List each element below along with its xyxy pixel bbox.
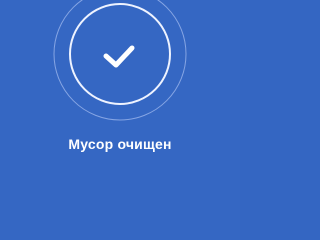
cleanup-complete-screen: Мусор очищен — [0, 0, 240, 240]
cleanup-status-title: Мусор очищен — [68, 136, 172, 152]
inner-ring — [69, 3, 171, 105]
success-indicator — [53, 0, 187, 121]
checkmark-icon — [103, 45, 135, 68]
